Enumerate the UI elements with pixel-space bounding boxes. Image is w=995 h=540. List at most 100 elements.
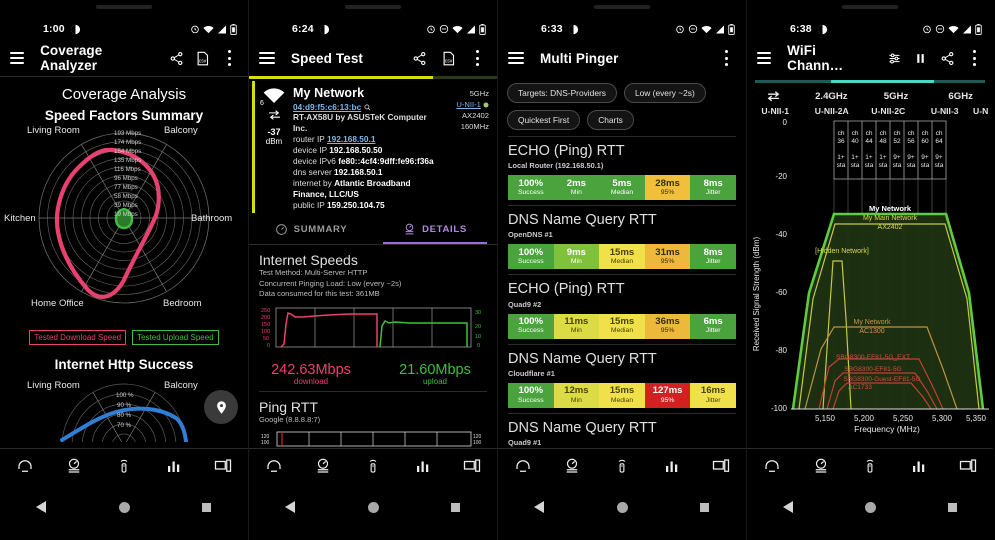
ping-cell-value: 2ms: [566, 177, 586, 189]
http-scale-70: 70 %: [117, 422, 132, 429]
overflow-menu-icon[interactable]: [221, 48, 238, 69]
nav-coverage-icon[interactable]: [747, 457, 796, 475]
nav-coverage-icon[interactable]: [0, 457, 50, 475]
nav-speed-test-icon[interactable]: [50, 457, 100, 475]
y-tick-80: -80: [775, 346, 787, 355]
nav-speed-test-icon[interactable]: [299, 457, 349, 475]
network-info-card[interactable]: 6 -37 dBm My Network 04:d9:f5:c6:13:bc R…: [249, 79, 497, 215]
svg-text:ch: ch: [894, 130, 901, 137]
speed-factors-radar-chart[interactable]: Living Room Balcony Bathroom Bedroom Hom…: [0, 123, 248, 328]
nav-signal-icon[interactable]: [348, 457, 398, 475]
filter-settings-icon[interactable]: [886, 48, 903, 69]
tab-details[interactable]: DETAILS: [373, 215, 497, 244]
recents-button[interactable]: [663, 502, 746, 512]
tab-summary[interactable]: SUMMARY: [249, 215, 373, 244]
ping-cell-label: Success: [517, 396, 544, 404]
nav-devices-icon[interactable]: [447, 457, 497, 475]
ping-cell-label: Min: [570, 327, 582, 335]
nav-signal-icon[interactable]: [99, 457, 149, 475]
nav-devices-icon[interactable]: [198, 457, 248, 475]
nav-speed-test-icon[interactable]: [548, 457, 598, 475]
menu-icon[interactable]: [757, 52, 772, 64]
ping-cell-value: 28ms: [655, 177, 680, 189]
y-tick-40: -40: [775, 230, 787, 239]
ping-cell-label: Median: [610, 258, 634, 266]
svg-text:20: 20: [475, 324, 481, 330]
nav-speed-test-icon[interactable]: [796, 457, 845, 475]
band-tab-6ghz[interactable]: 6GHz: [928, 91, 993, 102]
chip-quickest-first[interactable]: Quickest First: [507, 110, 581, 130]
ping-cell: 127ms 95%: [644, 382, 691, 408]
chip-load[interactable]: Low (every ~2s): [623, 83, 706, 103]
overflow-menu-icon[interactable]: [717, 48, 736, 69]
recents-button[interactable]: [165, 502, 248, 512]
home-button[interactable]: [829, 501, 911, 513]
back-button[interactable]: [747, 501, 829, 513]
back-button[interactable]: [249, 501, 332, 513]
nav-devices-icon[interactable]: [944, 457, 993, 475]
band-tab-5ghz[interactable]: 5GHz: [864, 91, 929, 102]
ping-cell: 16ms Jitter: [690, 382, 736, 408]
nav-devices-icon[interactable]: [696, 457, 746, 475]
appbar-divider: [0, 76, 248, 77]
router-ip-value[interactable]: 192.168.50.1: [327, 134, 375, 144]
nav-signal-icon[interactable]: [845, 457, 894, 475]
cellular-icon: [467, 25, 475, 33]
overflow-menu-icon[interactable]: [468, 48, 487, 69]
nav-channels-icon[interactable]: [647, 457, 697, 475]
ping-block[interactable]: ECHO (Ping) RTT Quad9 #2 100% Success 11m…: [498, 275, 746, 343]
ping-block[interactable]: DNS Name Query RTT OpenDNS #1 100% Succes…: [498, 206, 746, 274]
cellular-icon: [963, 25, 971, 33]
internet-speeds-chart[interactable]: 250 200 150 100 50 0 30 20 10 0: [259, 304, 487, 360]
home-button[interactable]: [83, 501, 166, 513]
unii-value[interactable]: U-NII-1: [456, 100, 480, 109]
wifi-signal-icon: [263, 88, 285, 104]
svg-text:ch: ch: [880, 130, 887, 137]
do-not-disturb-icon: [568, 24, 579, 35]
internet-label: internet by: [293, 178, 332, 189]
ping-cell: 9ms Min: [553, 244, 600, 270]
recents-button[interactable]: [911, 502, 993, 512]
pause-icon[interactable]: [913, 48, 930, 69]
share-icon[interactable]: [410, 48, 429, 69]
nav-channels-icon[interactable]: [895, 457, 944, 475]
export-csv-icon[interactable]: csv: [439, 48, 458, 69]
location-pin-fab[interactable]: [204, 390, 238, 424]
nav-coverage-icon[interactable]: [498, 457, 548, 475]
band-tab-2-4ghz[interactable]: 2.4GHz: [799, 91, 864, 102]
ping-block[interactable]: DNS Name Query RTT Quad9 #1: [498, 414, 746, 447]
menu-icon[interactable]: [259, 52, 275, 64]
menu-icon[interactable]: [10, 52, 25, 64]
nav-channels-icon[interactable]: [398, 457, 448, 475]
alarm-icon: [676, 25, 684, 34]
nav-coverage-icon[interactable]: [249, 457, 299, 475]
share-icon[interactable]: [168, 48, 185, 69]
http-success-radar-chart[interactable]: Living Room Balcony 100 % 90 % 80 % 70 %: [0, 372, 248, 442]
ping-block[interactable]: DNS Name Query RTT Cloudflare #1 100% Suc…: [498, 345, 746, 413]
swap-bands-icon[interactable]: [747, 90, 799, 102]
home-button[interactable]: [332, 501, 415, 513]
back-button[interactable]: [498, 501, 581, 513]
wifi-channels-chart[interactable]: Received Signal Strength (dBm) 0 -20 -40…: [747, 118, 993, 449]
nav-channels-icon[interactable]: [149, 457, 199, 475]
upload-label: upload: [422, 377, 448, 387]
overflow-menu-icon[interactable]: [966, 48, 983, 69]
back-button[interactable]: [0, 501, 83, 513]
transfer-arrows-icon: [268, 110, 280, 120]
menu-icon[interactable]: [508, 52, 524, 64]
svg-text:5,150: 5,150: [815, 414, 836, 423]
share-icon[interactable]: [939, 48, 956, 69]
y-tick-100: -100: [771, 404, 788, 413]
status-icons: [922, 23, 982, 35]
unii-label-1: U-NII-1: [761, 106, 790, 116]
export-csv-icon[interactable]: csv: [195, 48, 212, 69]
ping-block[interactable]: ECHO (Ping) RTT Local Router (192.168.50…: [498, 137, 746, 205]
network-mac[interactable]: 04:d9:f5:c6:13:bc: [293, 102, 361, 112]
nav-signal-icon[interactable]: [597, 457, 647, 475]
chip-targets[interactable]: Targets: DNS-Providers: [507, 83, 617, 103]
svg-text:200: 200: [261, 315, 270, 321]
recents-button[interactable]: [414, 502, 497, 512]
home-button[interactable]: [581, 501, 664, 513]
chip-charts[interactable]: Charts: [587, 110, 634, 130]
app-bar: Multi Pinger: [498, 40, 746, 76]
